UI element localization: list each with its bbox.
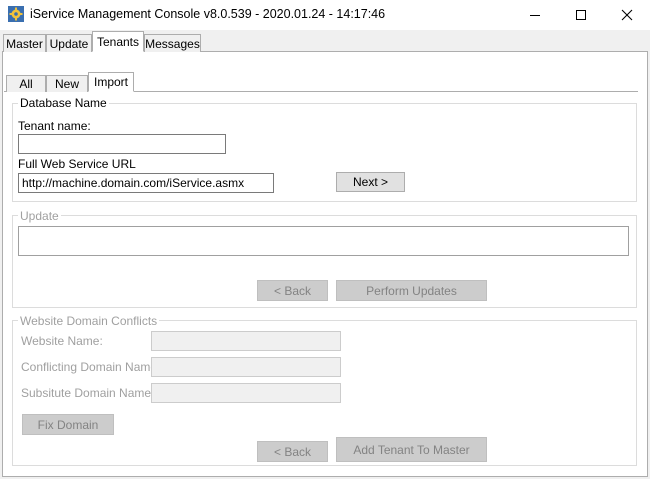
tab-update[interactable]: Update: [46, 34, 92, 52]
website-name-input[interactable]: [151, 331, 341, 351]
domain-conflicts-legend: Website Domain Conflicts: [18, 314, 160, 328]
next-button[interactable]: Next >: [336, 172, 405, 192]
url-label: Full Web Service URL: [18, 157, 136, 171]
conflicting-domain-input[interactable]: [151, 357, 341, 377]
add-tenant-button[interactable]: Add Tenant To Master: [336, 437, 487, 462]
minimize-icon: [530, 15, 540, 16]
substitute-domain-input[interactable]: [151, 383, 341, 403]
tab-tenants[interactable]: Tenants: [92, 31, 144, 52]
perform-updates-button[interactable]: Perform Updates: [336, 280, 487, 301]
minimize-button[interactable]: [512, 0, 558, 30]
maximize-button[interactable]: [558, 0, 604, 30]
app-gear-icon: [8, 6, 24, 22]
tab-import[interactable]: Import: [88, 72, 134, 92]
conflicting-domain-label: Conflicting Domain Name:: [21, 360, 161, 374]
maximize-icon: [576, 10, 586, 20]
tab-new[interactable]: New: [46, 75, 88, 92]
website-name-label: Website Name:: [21, 334, 103, 348]
close-icon: [621, 9, 633, 21]
update-log-box: [18, 226, 629, 256]
window-title: iService Management Console v8.0.539 - 2…: [30, 7, 386, 21]
update-legend: Update: [18, 209, 61, 223]
tab-messages[interactable]: Messages: [144, 34, 201, 52]
tab-all[interactable]: All: [6, 75, 46, 92]
fix-domain-button[interactable]: Fix Domain: [22, 414, 114, 435]
update-back-button[interactable]: < Back: [257, 280, 328, 301]
web-service-url-input[interactable]: http://machine.domain.com/iService.asmx: [18, 173, 274, 193]
close-button[interactable]: [604, 0, 650, 30]
conflicts-back-button[interactable]: < Back: [257, 441, 328, 462]
tab-master[interactable]: Master: [3, 34, 46, 52]
database-name-legend: Database Name: [18, 96, 109, 110]
tenant-name-input[interactable]: [18, 134, 226, 154]
tenant-name-label: Tenant name:: [18, 119, 91, 133]
substitute-domain-label: Subsitute Domain Name:: [21, 386, 155, 400]
